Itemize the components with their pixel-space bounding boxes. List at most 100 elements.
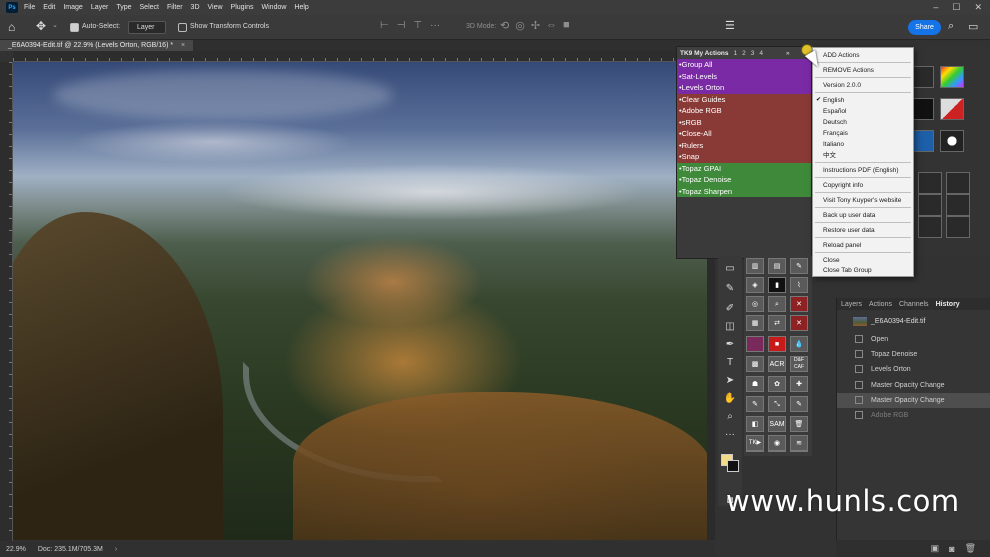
grid-btn-17[interactable]: ☗ — [746, 376, 764, 392]
tk9-tab-4[interactable]: 4 — [759, 50, 763, 57]
panel-tool-icon-5[interactable] — [940, 130, 964, 152]
ruler-horizontal[interactable] — [13, 51, 713, 62]
maximize-icon[interactable]: ☐ — [952, 2, 960, 13]
tk9-action-group-all[interactable]: •Group All — [677, 59, 811, 71]
menu-filter[interactable]: Filter — [167, 4, 183, 11]
menu-visit-website[interactable]: Visit Tony Kuyper's website — [823, 196, 901, 205]
healing-tool-icon[interactable]: ✎ — [722, 282, 738, 296]
menu-add-actions[interactable]: ADD Actions — [823, 51, 860, 60]
menu-select[interactable]: Select — [140, 4, 159, 11]
grid-btn-15[interactable]: 💧 — [790, 336, 808, 352]
menu-lang-german[interactable]: Deutsch — [823, 118, 847, 127]
tk9-expand-icon[interactable]: » — [786, 50, 790, 57]
tool-preset-chevron-icon[interactable]: ⌄ — [52, 21, 58, 29]
grid-btn-2[interactable]: ▤ — [768, 258, 786, 274]
menu-edit[interactable]: Edit — [43, 4, 55, 11]
grid-btn-18[interactable]: ✿ — [768, 376, 786, 392]
search-icon[interactable]: ⌕ — [948, 20, 954, 33]
panel-tool-icon-10[interactable] — [918, 216, 942, 238]
history-step[interactable]: Levels Orton — [837, 362, 990, 377]
panel-settings-icon[interactable]: ☰ — [725, 19, 735, 32]
home-icon[interactable]: ⌂ — [8, 20, 24, 34]
grid-btn-6[interactable]: ⌇ — [790, 277, 808, 293]
3d-roll-icon[interactable]: ◎ — [515, 19, 525, 32]
grid-btn-8[interactable]: ⌕ — [768, 296, 786, 312]
color-wheel-icon[interactable] — [940, 66, 964, 88]
tab-history[interactable]: History — [936, 301, 960, 308]
auto-select-target-dropdown[interactable]: Layer — [128, 21, 166, 34]
menu-layer[interactable]: Layer — [91, 4, 109, 11]
tk9-action-clear-guides[interactable]: •Clear Guides — [677, 93, 811, 105]
ruler-vertical[interactable] — [0, 62, 13, 542]
grid-btn-1[interactable]: ▥ — [746, 258, 764, 274]
grid-btn-16[interactable]: ▩ — [746, 356, 764, 372]
menu-restore[interactable]: Restore user data — [823, 226, 875, 235]
menu-3d[interactable]: 3D — [191, 4, 200, 11]
trash-icon[interactable]: 🗑 — [790, 416, 808, 432]
type-tool-icon[interactable]: T — [722, 356, 738, 370]
auto-select-checkbox[interactable] — [70, 23, 79, 32]
history-step[interactable]: Master Opacity Change — [837, 378, 990, 393]
layers-stack-icon[interactable]: ≋ — [790, 435, 808, 451]
grid-btn-19[interactable]: ✚ — [790, 376, 808, 392]
eraser-tool-icon[interactable]: ◫ — [722, 320, 738, 334]
panel-tool-icon-6[interactable] — [918, 172, 942, 194]
history-step-dimmed[interactable]: Adobe RGB — [837, 408, 990, 423]
grid-btn-7[interactable]: ◎ — [746, 296, 764, 312]
grid-btn-13[interactable] — [746, 336, 764, 352]
zoom-level[interactable]: 22.9% — [6, 546, 26, 553]
history-step[interactable]: Topaz Denoise — [837, 347, 990, 362]
tk9-action-srgb[interactable]: •sRGB — [677, 116, 811, 128]
status-menu-chevron-icon[interactable]: › — [115, 546, 117, 553]
history-snapshot[interactable]: _E6A0394-Edit.tif — [837, 314, 990, 329]
grid-btn-9[interactable]: ✕ — [790, 296, 808, 312]
tk9-action-snap[interactable]: •Snap — [677, 151, 811, 163]
history-step[interactable]: Open — [837, 332, 990, 347]
close-icon[interactable]: ✕ — [974, 2, 982, 13]
history-step-selected[interactable]: Master Opacity Change — [837, 393, 990, 408]
menu-window[interactable]: Window — [262, 4, 287, 11]
panel-tool-icon-11[interactable] — [946, 216, 970, 238]
menu-plugins[interactable]: Plugins — [231, 4, 254, 11]
brush-tool-icon[interactable]: ✐ — [722, 302, 738, 316]
tk9-action-topaz-gpai[interactable]: •Topaz GPAI — [677, 162, 811, 174]
more-options-icon[interactable]: ··· — [430, 20, 440, 31]
tk9-tab-3[interactable]: 3 — [751, 50, 755, 57]
close-tab-icon[interactable]: × — [181, 42, 185, 49]
menu-help[interactable]: Help — [294, 4, 308, 11]
menu-close[interactable]: Close — [823, 256, 840, 265]
3d-orbit-icon[interactable]: ⟲ — [500, 19, 509, 32]
grid-btn-11[interactable]: ⇄ — [768, 315, 786, 331]
menu-reload[interactable]: Reload panel — [823, 241, 861, 250]
tk9-action-topaz-denoise[interactable]: •Topaz Denoise — [677, 174, 811, 186]
grid-btn-5[interactable]: ▮ — [768, 277, 786, 293]
grid-btn-3[interactable]: ✎ — [790, 258, 808, 274]
menu-lang-italian[interactable]: Italiano — [823, 140, 844, 149]
grid-btn-dcaf[interactable]: D&F CAF — [790, 356, 808, 372]
panel-tool-icon-7[interactable] — [946, 172, 970, 194]
tk9-action-levels-orton[interactable]: •Levels Orton — [677, 82, 811, 94]
grid-btn-23[interactable]: ◧ — [746, 416, 764, 432]
3d-scale-icon[interactable]: ■ — [563, 19, 570, 32]
eye-icon[interactable]: ◉ — [768, 435, 786, 451]
doc-size[interactable]: Doc: 235.1M/705.3M — [38, 546, 103, 553]
zoom-tool-icon[interactable]: ⌕ — [722, 410, 738, 424]
menu-copyright[interactable]: Copyright info — [823, 181, 863, 190]
background-color-swatch[interactable] — [727, 460, 739, 472]
grid-btn-20[interactable]: ✎ — [746, 396, 764, 412]
grid-btn-22[interactable]: ✎ — [790, 396, 808, 412]
menu-close-tab-group[interactable]: Close Tab Group — [823, 266, 872, 275]
panel-tool-icon-9[interactable] — [946, 194, 970, 216]
align-center-icon[interactable]: ⊣ — [397, 20, 406, 31]
3d-pan-icon[interactable]: ✢ — [531, 19, 540, 32]
more-tools-icon[interactable]: ··· — [722, 428, 738, 442]
path-select-tool-icon[interactable]: ➤ — [722, 374, 738, 388]
menu-view[interactable]: View — [208, 4, 223, 11]
menu-lang-french[interactable]: Français — [823, 129, 848, 138]
menu-remove-actions[interactable]: REMOVE Actions — [823, 66, 874, 75]
document-tab[interactable]: _E6A0394-Edit.tif @ 22.9% (Levels Orton,… — [0, 40, 194, 51]
panel-tool-icon-8[interactable] — [918, 194, 942, 216]
camera-snapshot-icon[interactable]: ◙ — [949, 544, 954, 554]
tk9-tab-2[interactable]: 2 — [742, 50, 746, 57]
hand-tool-icon[interactable]: ✋ — [722, 392, 738, 406]
